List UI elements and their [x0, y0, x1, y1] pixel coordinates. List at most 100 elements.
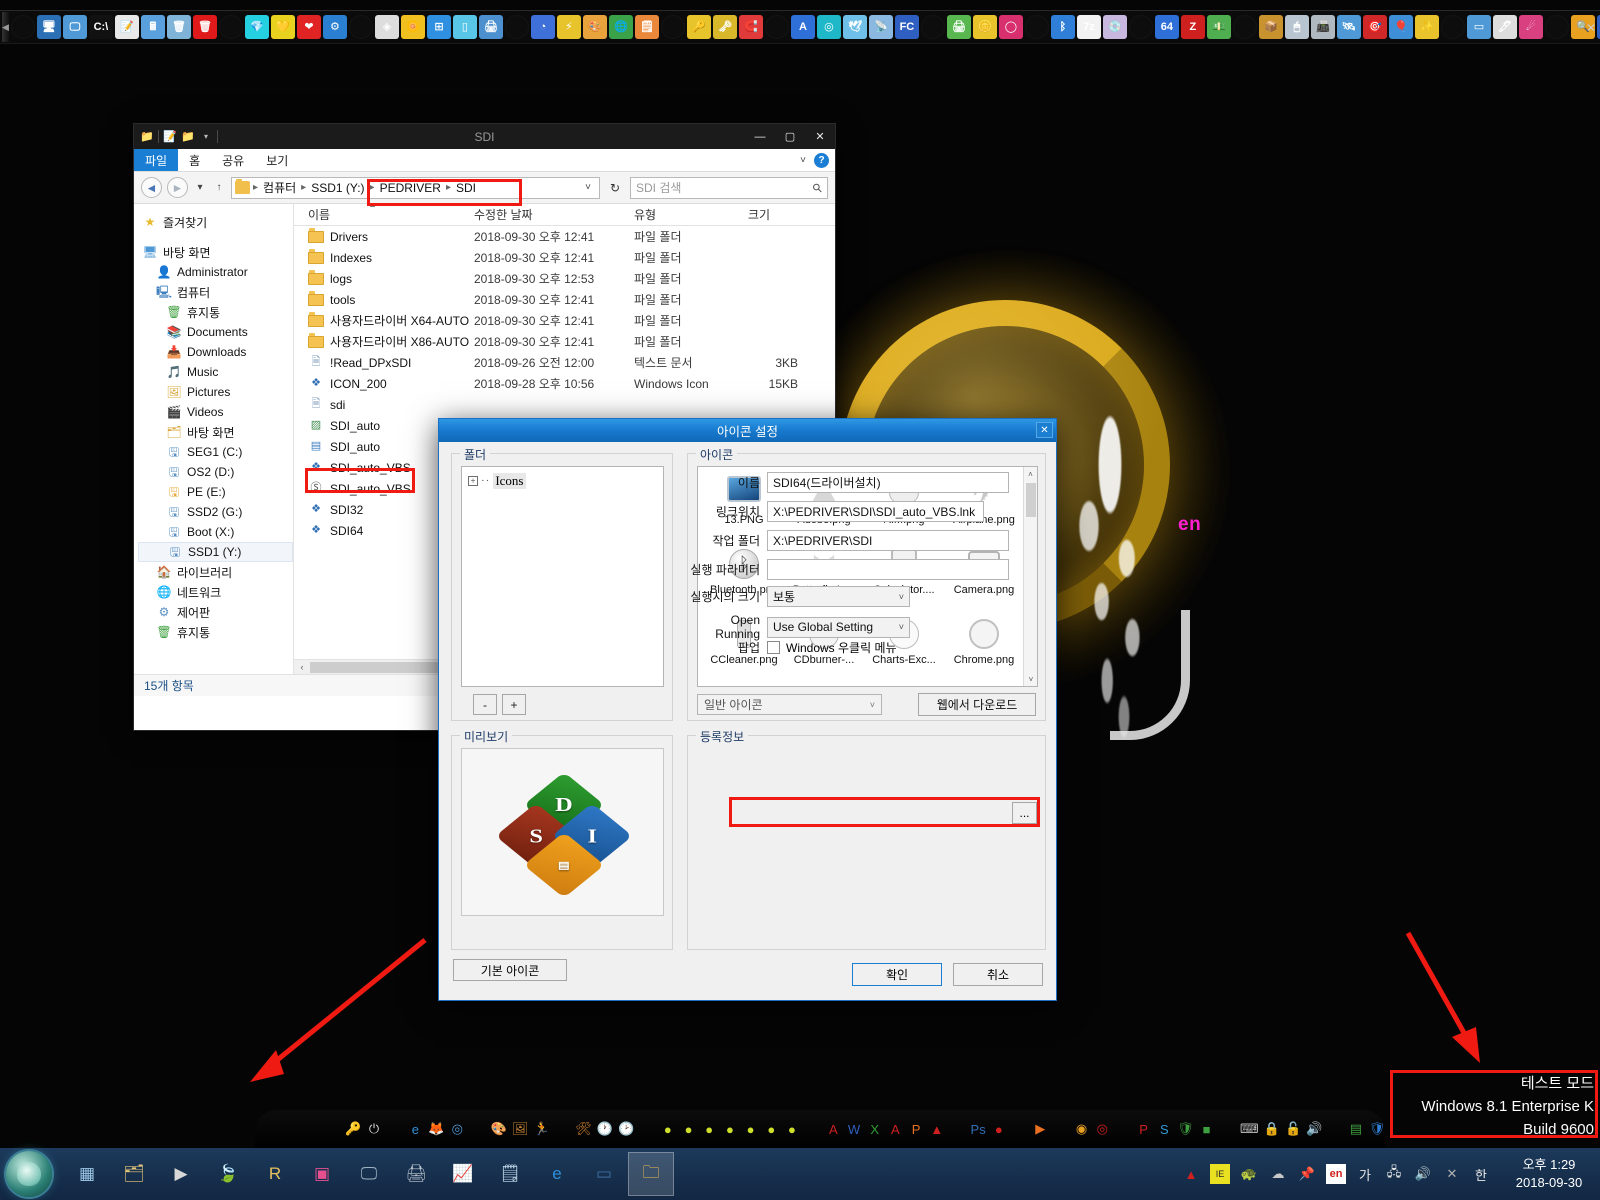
tree-item-ssd2g[interactable]: 🖫 SSD2 (G:)	[138, 502, 293, 522]
photoshop-icon[interactable]: Ps	[970, 1118, 986, 1140]
minimize-button[interactable]: —	[745, 124, 775, 149]
column-header-row[interactable]: 이름 ▲ 수정한 날짜 유형 크기	[294, 204, 835, 226]
top-icon-dock[interactable]: ◀ 🖥 🖵 C:\ 📝 🖩 🗑 🗑 💎 💛 ❤ ⚙ ◈ 🌼 ⊞ ▯ 🖨 ◔ ⚡ 🎨 🌐 🗒 🔑 🗝 🧲 A ◎ 🕊 📡 FC 🖨 🪙 ◯ ᛒ 7z…	[0, 10, 1600, 44]
tree-item-[interactable]: ★ 즐겨찾기	[138, 212, 293, 232]
tray-cloud-icon[interactable]: ☁	[1268, 1164, 1288, 1184]
bird-icon[interactable]: 🕊	[842, 15, 867, 39]
balloons-icon[interactable]: 🎈	[1388, 15, 1413, 39]
chevron-down-icon[interactable]: ▾	[199, 130, 213, 144]
ribbon-tab-file[interactable]: 파일	[134, 149, 179, 171]
satellite-icon[interactable]: 📡	[868, 15, 893, 39]
lemon-icon[interactable]: ●	[784, 1118, 800, 1140]
maximize-button[interactable]: ▢	[775, 124, 805, 149]
money-icon[interactable]: 💵	[1206, 15, 1231, 39]
navigation-bar[interactable]: ◄ ► ▾ ↑ ▸ 컴퓨터 ▸ SSD1 (Y:) ▸ PEDRIVER ▸ S…	[134, 172, 835, 204]
taskbar-item-explorer-folders[interactable]: 🗂	[111, 1152, 157, 1196]
ribbon-tab-share[interactable]: 공유	[211, 149, 255, 171]
file-row[interactable]: 🗎 !Read_DPxSDI 2018-09-26 오전 12:00 텍스트 문서 3K…	[294, 352, 835, 373]
excel-icon[interactable]: X	[867, 1118, 883, 1140]
disc-icon[interactable]: 💿	[1102, 15, 1127, 39]
tray-action-center-icon[interactable]: ✕	[1442, 1164, 1462, 1184]
up-button[interactable]: ↑	[212, 182, 226, 193]
taskbar-item-monitor[interactable]: 🖵	[346, 1152, 392, 1196]
green-board-icon[interactable]: ▤	[1348, 1118, 1364, 1140]
tree-item-[interactable]: 🌐 네트워크	[138, 582, 293, 602]
acrobat-icon[interactable]: ▲	[929, 1118, 945, 1140]
recycle-bin-empty-icon[interactable]: 🗑	[166, 15, 191, 39]
forward-button[interactable]: ►	[167, 177, 188, 198]
photo-icon[interactable]: 🖼	[512, 1118, 529, 1140]
scroll-left-icon[interactable]: ‹	[294, 662, 310, 672]
file-name-cell[interactable]: 🗎 sdi	[294, 397, 474, 413]
firefox-icon[interactable]: 🦊	[428, 1118, 444, 1140]
ie-icon[interactable]: e	[408, 1118, 424, 1140]
dvd-icon[interactable]: ◎	[1094, 1118, 1110, 1140]
power-icon[interactable]: ⏻	[366, 1118, 382, 1140]
flower-icon[interactable]: 🌼	[400, 15, 425, 39]
sixtyfour-icon[interactable]: 64	[1154, 15, 1179, 39]
tray-korean-ime-icon[interactable]: 한	[1471, 1164, 1491, 1184]
column-header-date[interactable]: 수정한 날짜	[474, 206, 634, 223]
diamond-icon[interactable]: ◈	[374, 15, 399, 39]
tree-node-icons[interactable]: + ·· Icons	[468, 473, 657, 489]
browse-link-button[interactable]: ...	[1012, 802, 1037, 824]
fax-icon[interactable]: 📠	[1310, 15, 1335, 39]
tree-item-pee[interactable]: 🖫 PE (E:)	[138, 482, 293, 502]
lemon-icon[interactable]: ●	[763, 1118, 779, 1140]
expand-icon[interactable]: +	[468, 476, 478, 486]
close-button[interactable]: ✕	[805, 124, 835, 149]
gem-yellow-icon[interactable]: 💛	[270, 15, 295, 39]
tray-turtle-icon[interactable]: 🐢	[1239, 1164, 1259, 1184]
my-computer-icon[interactable]: 🖥	[36, 15, 61, 39]
file-row[interactable]: tools 2018-09-30 오후 12:41 파일 폴더	[294, 289, 835, 310]
lemon-icon[interactable]: ●	[660, 1118, 676, 1140]
scanner-icon[interactable]: 🖨	[946, 15, 971, 39]
column-header-type[interactable]: 유형	[634, 206, 744, 223]
taskbar-item-taskmanager[interactable]: ▦	[64, 1152, 110, 1196]
windows-flag-icon[interactable]: ⊞	[426, 15, 451, 39]
taskbar[interactable]: ▦ 🗂 ▶ 🍃 R ▣ 🖵 🖨 📈 🗒 e ▭ 🗀 ▲ IE 🐢 ☁ 📌 en 가 🖧 🔊 ✕ 한 오후 1:29 2018…	[0, 1148, 1600, 1200]
taskbar-item-file-explorer[interactable]: 🗀	[628, 1152, 674, 1196]
notepad-icon[interactable]: 📝	[114, 15, 139, 39]
mouse-icon[interactable]: 🖱	[1284, 15, 1309, 39]
icon-kind-select[interactable]: 일반 아이콘 ˅	[697, 694, 882, 715]
default-icon-button[interactable]: 기본 아이콘	[453, 959, 567, 981]
tree-item-[interactable]: 🏠 라이브러리	[138, 562, 293, 582]
icon-gallery-scrollbar[interactable]: ˄ ˅	[1023, 467, 1037, 686]
pie-chart-icon[interactable]: ◔	[530, 15, 555, 39]
back-button[interactable]: ◄	[141, 177, 162, 198]
properties-icon[interactable]: 📝	[163, 130, 177, 144]
powerpoint-icon[interactable]: P	[908, 1118, 924, 1140]
recycle-bin-full-icon[interactable]: 🗑	[192, 15, 217, 39]
breadcrumb-item-computer[interactable]: 컴퓨터	[261, 179, 298, 196]
ribbon-tab-home[interactable]: 홈	[178, 149, 211, 171]
settings-gear-icon[interactable]: ⚙	[322, 15, 347, 39]
shield-icon[interactable]: 🛡	[1177, 1118, 1194, 1140]
pdf-icon[interactable]: A	[825, 1118, 841, 1140]
name-field[interactable]: SDI64(드라이버설치)	[767, 472, 1009, 493]
tree-item-bootx[interactable]: 🖫 Boot (X:)	[138, 522, 293, 542]
coin-icon[interactable]: 🪙	[972, 15, 997, 39]
tree-item-[interactable]: 🖳 컴퓨터	[138, 282, 293, 302]
taskbar-item-r-app[interactable]: R	[252, 1152, 298, 1196]
media-icon[interactable]: ◉	[1074, 1118, 1090, 1140]
satellite2-icon[interactable]: 🛰	[1336, 15, 1361, 39]
file-name-cell[interactable]: Indexes	[294, 248, 474, 265]
scroll-up-icon[interactable]: ˄	[1024, 467, 1037, 481]
clock2-icon[interactable]: 🕑	[618, 1118, 634, 1140]
tree-item-ssd1y[interactable]: 🖫 SSD1 (Y:)	[138, 542, 293, 562]
keys-icon[interactable]: 🗝	[712, 15, 737, 39]
keyboard-icon[interactable]: ⌨	[1240, 1118, 1259, 1140]
key-icon[interactable]: 🔑	[686, 15, 711, 39]
file-row[interactable]: Drivers 2018-09-30 오후 12:41 파일 폴더	[294, 226, 835, 247]
tree-item-music[interactable]: 🎵 Music	[138, 362, 293, 382]
document-blue-icon[interactable]: ▯	[452, 15, 477, 39]
dialog-close-button[interactable]: ✕	[1036, 422, 1053, 438]
tray-mountain-icon[interactable]: ▲	[1181, 1164, 1201, 1184]
tray-network-icon[interactable]: 🖧	[1384, 1164, 1404, 1184]
breadcrumb-item-pedriver[interactable]: PEDRIVER	[378, 181, 443, 195]
file-name-cell[interactable]: tools	[294, 290, 474, 307]
tray-language-en-icon[interactable]: en	[1326, 1164, 1346, 1184]
tree-item-[interactable]: 🗑 휴지통	[138, 622, 293, 642]
lock2-icon[interactable]: 🔓	[1285, 1118, 1301, 1140]
